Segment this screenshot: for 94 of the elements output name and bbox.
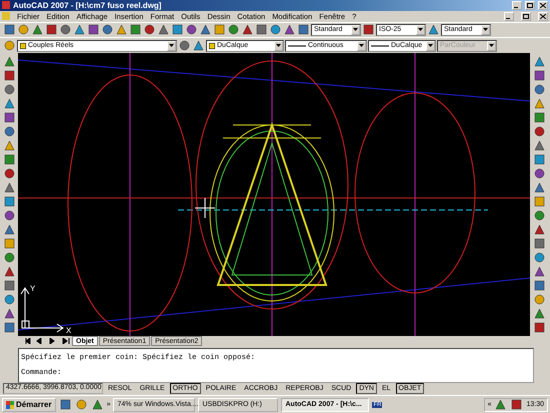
dropdown-arrow-icon[interactable]	[428, 44, 433, 48]
toolbar-icon[interactable]	[362, 23, 375, 36]
toolbar-icon[interactable]	[2, 111, 16, 124]
toolbar-icon[interactable]	[532, 321, 546, 334]
dropdown-arrow-icon[interactable]	[276, 44, 281, 48]
line-sample-icon	[371, 44, 389, 48]
close-button[interactable]	[538, 0, 548, 10]
toolbar-icon[interactable]	[2, 181, 16, 194]
toolbar-icon[interactable]	[2, 139, 16, 152]
toolbar-icon[interactable]	[58, 398, 72, 412]
toolbar-icon[interactable]	[510, 398, 524, 412]
toolbar-icon[interactable]	[494, 398, 508, 412]
toolbar-icon[interactable]	[532, 251, 546, 264]
toolbar-icon[interactable]	[192, 39, 205, 52]
toolbar-icon[interactable]	[2, 195, 16, 208]
toolbar-icon[interactable]	[241, 23, 254, 36]
document-icon	[2, 12, 10, 20]
toolbar-icon[interactable]	[73, 23, 86, 36]
close-button[interactable]	[538, 12, 548, 21]
toolbar-icon[interactable]	[171, 23, 184, 36]
toolbar-icon[interactable]	[115, 23, 128, 36]
dropdown-arrow-icon[interactable]	[359, 44, 364, 48]
toolbar-icon[interactable]	[2, 69, 16, 82]
toolbar-icon[interactable]	[532, 97, 546, 110]
axis-label: Y	[30, 284, 36, 294]
toolbar-icon[interactable]	[143, 23, 156, 36]
toolbar-icon[interactable]	[532, 293, 546, 306]
toolbar-icon[interactable]	[2, 279, 16, 292]
close-icon[interactable]	[540, 2, 546, 8]
toolbar-icon[interactable]	[2, 307, 16, 320]
toolbar-icon[interactable]	[532, 223, 546, 236]
windows-logo-icon	[6, 400, 14, 409]
toolbar-icon[interactable]	[532, 83, 546, 96]
toolbar-icon[interactable]	[2, 209, 16, 222]
toolbar-icon[interactable]	[532, 125, 546, 138]
toolbar-icon[interactable]	[3, 23, 16, 36]
toolbar-icon[interactable]	[532, 181, 546, 194]
swatch-icon	[20, 42, 26, 49]
toolbar-icon[interactable]	[297, 23, 310, 36]
toolbar-icon[interactable]	[2, 293, 16, 306]
toolbar-icon[interactable]	[532, 167, 546, 180]
toolbar-icon[interactable]	[3, 39, 16, 52]
toolbar-icon[interactable]	[2, 125, 16, 138]
toolbar-icon[interactable]	[255, 23, 268, 36]
axis-label: X	[66, 326, 72, 336]
toolbar-icon[interactable]	[227, 23, 240, 36]
toolbar-icon[interactable]	[74, 398, 88, 412]
toolbar-icon[interactable]	[2, 167, 16, 180]
toolbar-icon[interactable]	[157, 23, 170, 36]
toolbar-icon[interactable]	[178, 39, 191, 52]
toolbar-icon[interactable]	[532, 139, 546, 152]
toolbar-icon[interactable]	[2, 55, 16, 68]
dropdown-arrow-icon[interactable]	[483, 28, 488, 32]
toolbar-icon[interactable]	[532, 111, 546, 124]
minimize-button[interactable]	[512, 0, 522, 10]
toolbar-icon[interactable]	[532, 153, 546, 166]
toolbar-icon[interactable]	[90, 398, 104, 412]
toolbar-icon[interactable]	[269, 23, 282, 36]
toolbar-icon[interactable]	[532, 55, 546, 68]
toolbar-icon[interactable]	[2, 321, 16, 334]
toolbar-icon[interactable]	[129, 23, 142, 36]
toolbar-icon[interactable]	[2, 265, 16, 278]
toolbar-icon[interactable]	[185, 23, 198, 36]
ucs-axis-icon	[20, 287, 64, 333]
line-sample-icon	[288, 44, 306, 48]
toolbar-icon[interactable]	[2, 97, 16, 110]
toolbar-icon[interactable]	[45, 23, 58, 36]
toolbar-icon[interactable]	[59, 23, 72, 36]
dropdown-arrow-icon[interactable]	[418, 28, 423, 32]
toolbar-icon[interactable]	[101, 23, 114, 36]
toolbar-icon[interactable]	[2, 83, 16, 96]
toolbar-icon[interactable]	[283, 23, 296, 36]
dropdown-arrow-icon[interactable]	[353, 28, 358, 32]
toolbar-icon[interactable]	[532, 307, 546, 320]
toolbar-icon[interactable]	[427, 23, 440, 36]
minimize-button[interactable]	[504, 12, 514, 21]
dropdown-arrow-icon[interactable]	[169, 44, 174, 48]
toolbar-icon[interactable]	[31, 23, 44, 36]
toolbar-icon[interactable]	[199, 23, 212, 36]
toolbar-icon[interactable]	[87, 23, 100, 36]
toolbar-icon[interactable]	[532, 69, 546, 82]
app-icon	[2, 1, 10, 10]
swatch-icon	[209, 42, 215, 49]
toolbar-icon[interactable]	[532, 237, 546, 250]
toolbar-icon[interactable]	[2, 251, 16, 264]
toolbar-icon[interactable]	[532, 209, 546, 222]
start-button[interactable]: Démarrer	[2, 398, 56, 412]
window-title: AutoCAD 2007 - [H:\cm7 fuso reel.dwg]	[13, 0, 162, 10]
toolbar-icon[interactable]	[2, 223, 16, 236]
toolbar-icon[interactable]	[532, 265, 546, 278]
toolbar-icon[interactable]	[2, 153, 16, 166]
toolbar-icon[interactable]	[17, 23, 30, 36]
close-icon[interactable]	[540, 14, 546, 19]
toolbar-icon[interactable]	[532, 279, 546, 292]
